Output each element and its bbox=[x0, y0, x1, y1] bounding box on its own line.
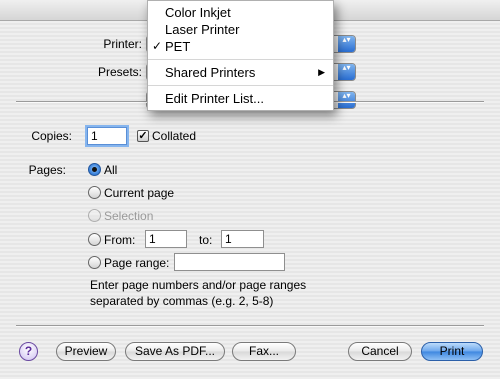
pages-current-label: Current page bbox=[104, 186, 175, 200]
menu-item-color-inkjet[interactable]: Color Inkjet bbox=[148, 4, 333, 21]
print-button[interactable]: Print bbox=[421, 342, 483, 361]
menu-item-pet[interactable]: ✓ PET bbox=[148, 38, 333, 55]
to-field[interactable]: 1 bbox=[221, 230, 264, 248]
popup-arrows-icon: ▴▾ bbox=[338, 92, 355, 108]
copies-field[interactable]: 1 bbox=[87, 127, 127, 145]
pages-all-radio[interactable] bbox=[88, 163, 101, 176]
menu-separator bbox=[148, 85, 333, 86]
save-as-pdf-button[interactable]: Save As PDF... bbox=[125, 342, 225, 361]
collated-label: Collated bbox=[152, 129, 197, 143]
popup-arrows-icon: ▴▾ bbox=[338, 64, 355, 80]
pages-selection-label: Selection bbox=[104, 209, 154, 223]
printer-label: Printer: bbox=[103, 37, 142, 51]
page-range-label: Page range: bbox=[104, 256, 170, 270]
pages-range-radio[interactable] bbox=[88, 256, 101, 269]
popup-arrows-icon: ▴▾ bbox=[338, 36, 355, 52]
pages-from-radio[interactable] bbox=[88, 233, 101, 246]
bottom-separator bbox=[16, 325, 484, 327]
print-dialog: Print Printer: ▴▾ Presets: ▴▾ ▴▾ Copies:… bbox=[0, 0, 500, 379]
presets-label: Presets: bbox=[97, 65, 142, 79]
page-range-hint-line1: Enter page numbers and/or page ranges bbox=[90, 278, 307, 292]
pages-from-label: From: bbox=[104, 233, 136, 247]
help-icon[interactable]: ? bbox=[19, 342, 38, 361]
copies-label: Copies: bbox=[31, 129, 72, 143]
submenu-arrow-icon: ▶ bbox=[318, 67, 325, 77]
menu-item-laser-printer[interactable]: Laser Printer bbox=[148, 21, 333, 38]
pages-all-label: All bbox=[104, 163, 118, 177]
pages-selection-radio[interactable] bbox=[88, 209, 101, 222]
preview-button[interactable]: Preview bbox=[56, 342, 116, 361]
fax-button[interactable]: Fax... bbox=[232, 342, 296, 361]
pages-label: Pages: bbox=[28, 163, 66, 177]
collated-checkbox[interactable]: ✓ bbox=[137, 130, 149, 142]
to-label: to: bbox=[199, 233, 213, 247]
printer-menu: Color Inkjet Laser Printer ✓ PET Shared … bbox=[147, 0, 334, 111]
page-range-hint-line2: separated by commas (e.g. 2, 5-8) bbox=[90, 294, 274, 308]
menu-separator bbox=[148, 59, 333, 60]
checkmark-icon: ✓ bbox=[152, 39, 163, 53]
menu-item-shared-printers[interactable]: Shared Printers ▶ bbox=[148, 64, 333, 81]
menu-item-edit-printer-list[interactable]: Edit Printer List... bbox=[148, 90, 333, 107]
page-range-field[interactable] bbox=[174, 253, 285, 271]
pages-current-radio[interactable] bbox=[88, 186, 101, 199]
from-field[interactable]: 1 bbox=[145, 230, 187, 248]
cancel-button[interactable]: Cancel bbox=[348, 342, 412, 361]
